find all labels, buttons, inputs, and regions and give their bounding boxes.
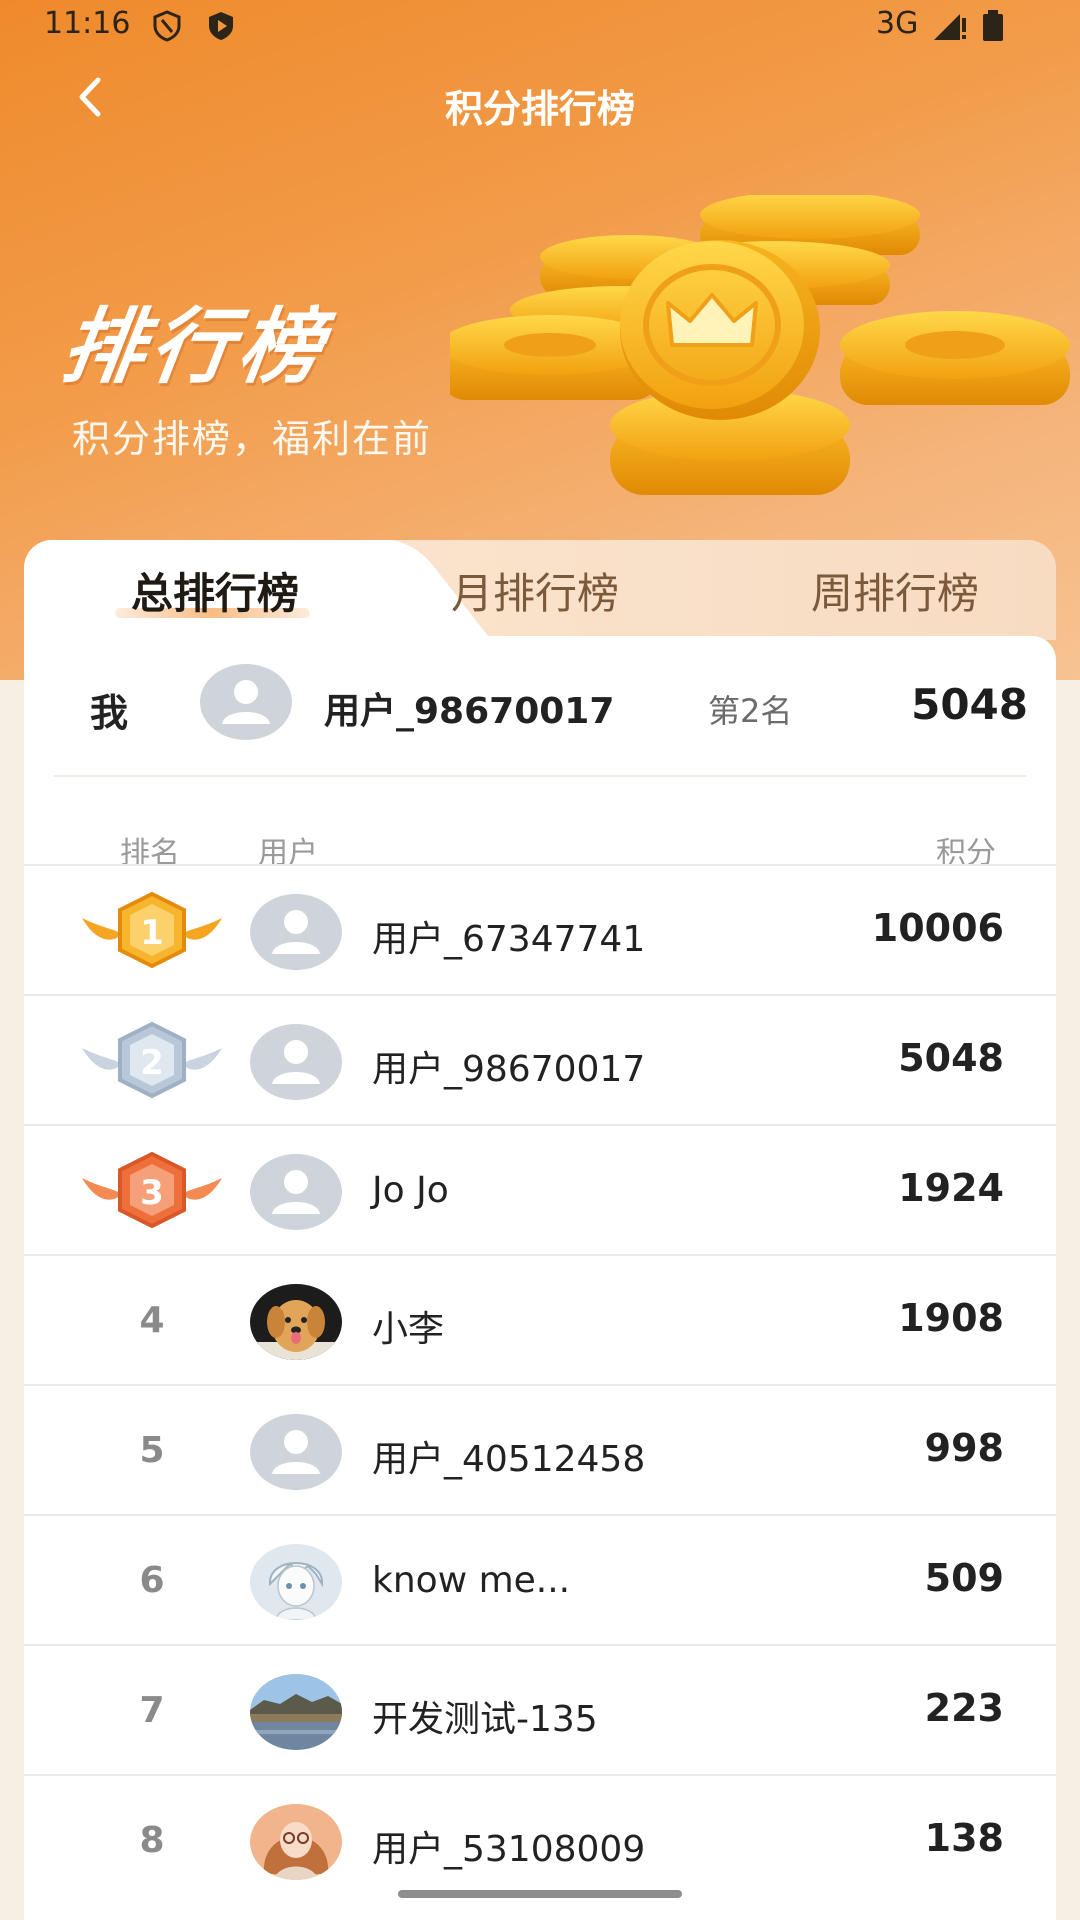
table-row[interactable]: 6 know me... 509	[24, 1514, 1056, 1644]
battery-icon	[983, 10, 1003, 41]
rank-badge: 1	[72, 888, 232, 974]
anime-sketch-avatar	[250, 1544, 342, 1620]
svg-text:3: 3	[140, 1173, 164, 1213]
my-rank: 第2名	[708, 692, 793, 730]
default-avatar-icon	[250, 1024, 342, 1100]
rank-number: 8	[139, 1820, 165, 1861]
username: 用户_67347741	[372, 919, 646, 960]
score: 5048	[898, 1036, 1004, 1080]
avatar	[250, 1674, 342, 1754]
rank-number: 6	[139, 1560, 165, 1601]
username: 小李	[372, 1309, 445, 1350]
score: 509	[924, 1556, 1004, 1600]
my-ranking-row: 我 用户_98670017 第2名 5048	[24, 636, 1056, 776]
rank-badge: 2	[72, 1018, 232, 1104]
bronze-medal-icon: 3	[82, 1151, 222, 1229]
rank-badge: 3	[72, 1148, 232, 1234]
score: 998	[924, 1426, 1004, 1470]
me-label: 我	[90, 691, 129, 735]
username: 开发测试-135	[372, 1699, 598, 1740]
table-row[interactable]: 3 Jo Jo 1924	[24, 1124, 1056, 1254]
play-shield-icon	[209, 12, 233, 40]
rank-number: 5	[139, 1430, 165, 1471]
score: 1924	[898, 1166, 1004, 1210]
score: 223	[924, 1686, 1004, 1730]
signal-icon	[934, 14, 966, 40]
hero-title: 排行榜	[56, 300, 334, 395]
table-row[interactable]: 4 小李 1908	[24, 1254, 1056, 1384]
network-type: 3G	[876, 6, 919, 41]
avatar	[250, 1024, 342, 1104]
avatar	[250, 1804, 342, 1884]
home-indicator[interactable]	[398, 1890, 682, 1898]
silver-medal-icon: 2	[82, 1021, 222, 1099]
tab-weekly-ranking[interactable]: 周排行榜	[760, 560, 1030, 620]
score: 1908	[898, 1296, 1004, 1340]
girl-photo-avatar	[250, 1804, 342, 1880]
rank-number: 7	[139, 1690, 165, 1731]
username: 用户_98670017	[372, 1049, 646, 1090]
default-avatar-icon	[250, 894, 342, 970]
status-bar: 11:16 3G	[0, 0, 1080, 52]
avatar	[250, 1544, 342, 1624]
shield-icon	[153, 10, 181, 42]
gold-medal-icon: 1	[82, 891, 222, 969]
table-row[interactable]: 7 开发测试-135 223	[24, 1644, 1056, 1774]
avatar	[250, 1284, 342, 1364]
rank-number: 4	[139, 1300, 165, 1341]
score: 10006	[871, 906, 1004, 950]
score: 138	[924, 1816, 1004, 1860]
coins-illustration	[450, 195, 1070, 495]
my-score: 5048	[911, 680, 1028, 729]
my-username: 用户_98670017	[324, 691, 615, 732]
avatar	[200, 664, 292, 744]
default-avatar-icon	[250, 1154, 342, 1230]
tab-monthly-ranking[interactable]: 月排行榜	[400, 560, 670, 620]
page-title: 积分排行榜	[444, 87, 635, 131]
hero-subtitle: 积分排榜，福利在前	[72, 417, 433, 461]
username: 用户_40512458	[372, 1439, 646, 1480]
table-row[interactable]: 8 用户_53108009 138	[24, 1774, 1056, 1904]
username: 用户_53108009	[372, 1829, 646, 1870]
username: Jo Jo	[372, 1170, 449, 1211]
dog-photo-avatar	[250, 1284, 342, 1360]
status-time: 11:16	[44, 6, 131, 41]
table-row[interactable]: 2 用户_98670017 5048	[24, 994, 1056, 1124]
default-avatar-icon	[200, 664, 292, 740]
landscape-photo-avatar	[250, 1674, 342, 1750]
tab-total-ranking[interactable]: 总排行榜	[80, 560, 350, 620]
svg-text:2: 2	[140, 1043, 164, 1083]
svg-text:1: 1	[140, 913, 164, 953]
avatar	[250, 1154, 342, 1234]
ranking-list: 1 用户_67347741 10006 2 用户_98670017 5048 3…	[24, 864, 1056, 1904]
avatar	[250, 894, 342, 974]
default-avatar-icon	[250, 1414, 342, 1490]
table-row[interactable]: 1 用户_67347741 10006	[24, 864, 1056, 994]
leaderboard-screen: 11:16 3G 积分排行榜 排行榜 积分排榜，福利在前 总排行榜 月排行榜 周…	[0, 0, 1080, 1920]
divider	[54, 775, 1026, 777]
table-row[interactable]: 5 用户_40512458 998	[24, 1384, 1056, 1514]
username: know me...	[372, 1560, 571, 1601]
avatar	[250, 1414, 342, 1494]
